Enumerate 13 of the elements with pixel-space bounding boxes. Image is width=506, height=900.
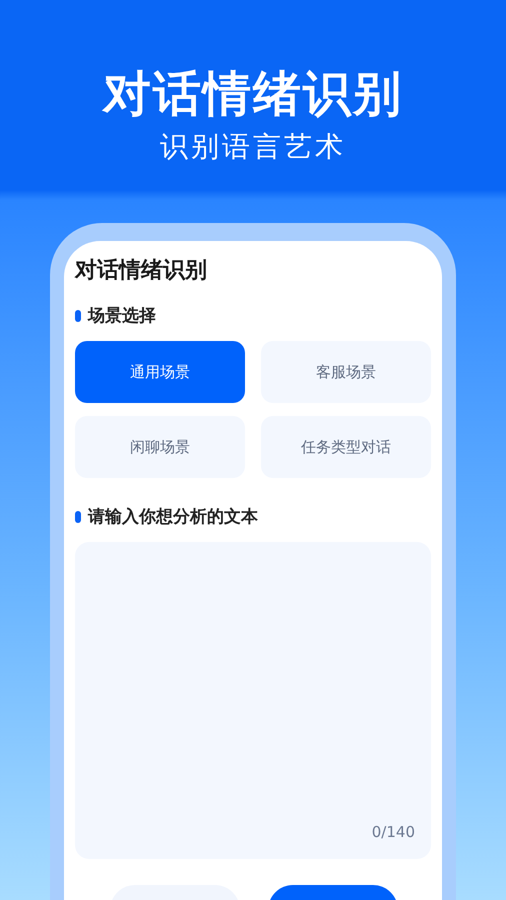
scene-option[interactable]: 客服场景 (261, 341, 431, 403)
section-label: 请输入你想分析的文本 (88, 506, 258, 528)
scene-option[interactable]: 闲聊场景 (75, 416, 245, 478)
section-marker-icon (75, 511, 81, 523)
character-counter: 0/140 (372, 823, 415, 841)
section-marker-icon (75, 310, 81, 322)
card-title: 对话情绪识别 (75, 257, 208, 285)
section-label: 场景选择 (88, 305, 156, 327)
scene-option[interactable]: 任务类型对话 (261, 416, 431, 478)
banner-subtitle: 识别语言艺术 (160, 130, 346, 164)
text-input-field[interactable]: 0/140 (75, 542, 431, 859)
banner-title: 对话情绪识别 (103, 65, 403, 124)
scene-option[interactable]: 通用场景 (75, 341, 245, 403)
